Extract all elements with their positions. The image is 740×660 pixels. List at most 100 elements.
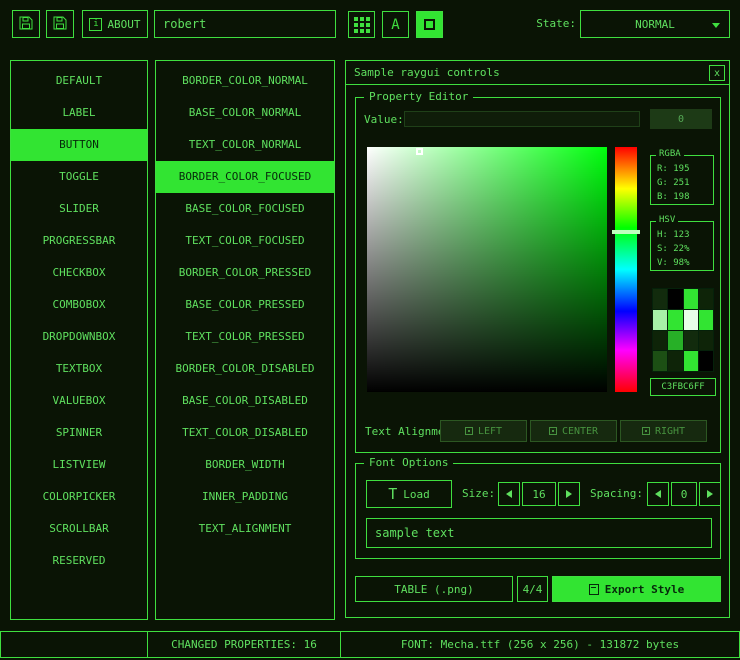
font-load-button[interactable]: T Load xyxy=(366,480,452,508)
control-item-checkbox[interactable]: CHECKBOX xyxy=(11,257,147,289)
style-table-icon xyxy=(424,19,435,30)
size-value: 16 xyxy=(532,488,545,501)
status-section-empty xyxy=(0,631,148,658)
property-item-border_color_focused[interactable]: BORDER_COLOR_FOCUSED xyxy=(156,161,334,193)
arrow-left-icon xyxy=(655,490,661,498)
control-item-progressbar[interactable]: PROGRESSBAR xyxy=(11,225,147,257)
hex-color-box[interactable]: C3FBC6FF xyxy=(650,378,716,396)
rgba-g-value: G: 251 xyxy=(657,176,713,190)
palette-swatch[interactable] xyxy=(699,310,713,330)
align-button-left[interactable]: LEFT xyxy=(440,420,527,442)
arrow-left-icon xyxy=(506,490,512,498)
font-options-groupbox: Font Options T Load Size: 16 Spacing: 0 xyxy=(355,463,721,559)
palette-swatch[interactable] xyxy=(668,289,682,309)
palette-swatch[interactable] xyxy=(684,351,698,371)
property-item-text_alignment[interactable]: TEXT_ALIGNMENT xyxy=(156,513,334,545)
property-item-border_color_disabled[interactable]: BORDER_COLOR_DISABLED xyxy=(156,353,334,385)
value-box[interactable]: 0 xyxy=(650,109,712,129)
palette-swatch[interactable] xyxy=(684,310,698,330)
property-editor-label: Property Editor xyxy=(364,90,473,103)
palette-swatch[interactable] xyxy=(668,331,682,351)
property-item-border_width[interactable]: BORDER_WIDTH xyxy=(156,449,334,481)
control-item-valuebox[interactable]: VALUEBOX xyxy=(11,385,147,417)
palette-swatch[interactable] xyxy=(653,351,667,371)
spacing-value-box[interactable]: 0 xyxy=(671,482,697,506)
font-info-text: FONT: Mecha.ttf (256 x 256) - 131872 byt… xyxy=(401,638,679,651)
palette-swatch[interactable] xyxy=(699,331,713,351)
value-slider[interactable] xyxy=(404,111,640,127)
export-style-button[interactable]: Export Style xyxy=(552,576,721,602)
control-item-colorpicker[interactable]: COLORPICKER xyxy=(11,481,147,513)
control-item-listview[interactable]: LISTVIEW xyxy=(11,449,147,481)
property-item-base_color_pressed[interactable]: BASE_COLOR_PRESSED xyxy=(156,289,334,321)
control-item-reserved[interactable]: RESERVED xyxy=(11,545,147,577)
palette-swatch[interactable] xyxy=(668,351,682,371)
hsv-h-value: H: 123 xyxy=(657,228,713,242)
hue-marker[interactable] xyxy=(612,230,640,234)
state-dropdown[interactable]: NORMAL xyxy=(580,10,730,38)
font-t-icon: T xyxy=(388,485,397,503)
about-button[interactable]: i ABOUT xyxy=(82,10,148,38)
property-item-text_color_normal[interactable]: TEXT_COLOR_NORMAL xyxy=(156,129,334,161)
color-picker-cursor[interactable] xyxy=(416,148,423,155)
window-titlebar[interactable]: Sample raygui controls xyxy=(346,61,729,85)
property-item-text_color_focused[interactable]: TEXT_COLOR_FOCUSED xyxy=(156,225,334,257)
palette-swatch[interactable] xyxy=(699,289,713,309)
palette-swatch[interactable] xyxy=(653,310,667,330)
palette-swatch[interactable] xyxy=(684,289,698,309)
palette-swatch[interactable] xyxy=(653,289,667,309)
control-item-default[interactable]: DEFAULT xyxy=(11,65,147,97)
style-table-grid-button[interactable] xyxy=(348,11,375,38)
palette-swatch[interactable] xyxy=(684,331,698,351)
close-button[interactable]: x xyxy=(709,65,725,81)
palette-swatch[interactable] xyxy=(653,331,667,351)
size-value-box[interactable]: 16 xyxy=(522,482,556,506)
control-item-toggle[interactable]: TOGGLE xyxy=(11,161,147,193)
font-atlas-button[interactable]: A xyxy=(382,11,409,38)
spacing-decrease-button[interactable] xyxy=(647,482,669,506)
palette-swatch[interactable] xyxy=(699,351,713,371)
control-item-slider[interactable]: SLIDER xyxy=(11,193,147,225)
spacing-value: 0 xyxy=(681,488,688,501)
align-button-label: LEFT xyxy=(478,426,502,437)
align-icon xyxy=(465,427,473,435)
size-decrease-button[interactable] xyxy=(498,482,520,506)
property-item-border_color_pressed[interactable]: BORDER_COLOR_PRESSED xyxy=(156,257,334,289)
property-item-border_color_normal[interactable]: BORDER_COLOR_NORMAL xyxy=(156,65,334,97)
spacing-increase-button[interactable] xyxy=(699,482,721,506)
property-item-base_color_normal[interactable]: BASE_COLOR_NORMAL xyxy=(156,97,334,129)
property-item-text_color_disabled[interactable]: TEXT_COLOR_DISABLED xyxy=(156,417,334,449)
align-button-right[interactable]: RIGHT xyxy=(620,420,707,442)
control-item-scrollbar[interactable]: SCROLLBAR xyxy=(11,513,147,545)
load-style-button[interactable] xyxy=(12,10,40,38)
control-item-label[interactable]: LABEL xyxy=(11,97,147,129)
control-item-textbox[interactable]: TEXTBOX xyxy=(11,353,147,385)
controls-list: DEFAULTLABELBUTTONTOGGLESLIDERPROGRESSBA… xyxy=(11,65,147,577)
sample-text-input[interactable] xyxy=(366,518,712,548)
property-item-inner_padding[interactable]: INNER_PADDING xyxy=(156,481,334,513)
control-item-spinner[interactable]: SPINNER xyxy=(11,417,147,449)
property-item-base_color_focused[interactable]: BASE_COLOR_FOCUSED xyxy=(156,193,334,225)
align-button-center[interactable]: CENTER xyxy=(530,420,617,442)
palette-swatch[interactable] xyxy=(668,310,682,330)
hsv-label: HSV xyxy=(656,215,678,225)
color-picker-area[interactable] xyxy=(367,147,607,392)
property-item-base_color_disabled[interactable]: BASE_COLOR_DISABLED xyxy=(156,385,334,417)
style-name-input[interactable] xyxy=(154,10,336,38)
rgba-groupbox: RGBA R: 195 G: 251 B: 198 xyxy=(650,155,714,205)
export-pages-box[interactable]: 4/4 xyxy=(517,576,548,602)
size-increase-button[interactable] xyxy=(558,482,580,506)
arrow-right-icon xyxy=(566,490,572,498)
status-font-info: FONT: Mecha.ttf (256 x 256) - 131872 byt… xyxy=(340,631,740,658)
window-title: Sample raygui controls xyxy=(354,66,500,79)
table-image-toggle-button[interactable] xyxy=(416,11,443,38)
export-format-button[interactable]: TABLE (.png) xyxy=(355,576,513,602)
control-item-dropdownbox[interactable]: DROPDOWNBOX xyxy=(11,321,147,353)
control-item-combobox[interactable]: COMBOBOX xyxy=(11,289,147,321)
export-style-label: Export Style xyxy=(605,583,684,596)
property-item-text_color_pressed[interactable]: TEXT_COLOR_PRESSED xyxy=(156,321,334,353)
control-item-button[interactable]: BUTTON xyxy=(11,129,147,161)
export-format-label: TABLE (.png) xyxy=(394,583,473,596)
save-style-button[interactable] xyxy=(46,10,74,38)
hue-bar[interactable] xyxy=(615,147,637,392)
